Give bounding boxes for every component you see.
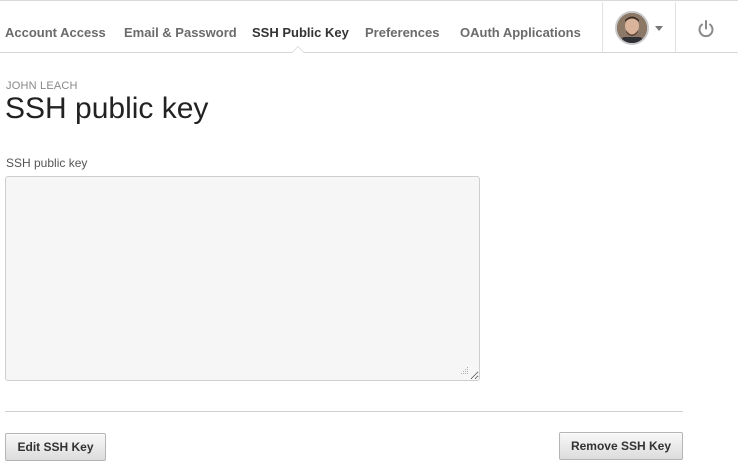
divider xyxy=(5,411,683,412)
nav-divider xyxy=(602,2,603,52)
user-menu[interactable] xyxy=(615,11,665,45)
remove-ssh-key-button[interactable]: Remove SSH Key xyxy=(559,432,683,460)
ssh-key-textarea[interactable] xyxy=(5,176,480,381)
tab-oauth-applications[interactable]: OAuth Applications xyxy=(460,25,581,40)
tab-ssh-public-key[interactable]: SSH Public Key xyxy=(252,25,349,40)
account-username: JOHN LEACH xyxy=(6,80,78,92)
tab-account-access[interactable]: Account Access xyxy=(5,25,106,40)
ssh-key-label: SSH public key xyxy=(6,156,88,170)
resize-grip-icon[interactable] xyxy=(459,365,469,375)
page-title: SSH public key xyxy=(5,92,209,125)
nav-divider xyxy=(675,2,676,52)
user-photo-icon xyxy=(617,13,647,43)
power-icon[interactable] xyxy=(696,19,716,39)
tab-email-password[interactable]: Email & Password xyxy=(124,25,237,40)
tab-preferences[interactable]: Preferences xyxy=(365,25,439,40)
chevron-down-icon xyxy=(655,26,663,31)
active-tab-indicator xyxy=(291,46,305,53)
top-navigation: Account Access Email & Password SSH Publ… xyxy=(0,0,738,53)
avatar xyxy=(615,11,649,45)
edit-ssh-key-button[interactable]: Edit SSH Key xyxy=(5,433,106,461)
